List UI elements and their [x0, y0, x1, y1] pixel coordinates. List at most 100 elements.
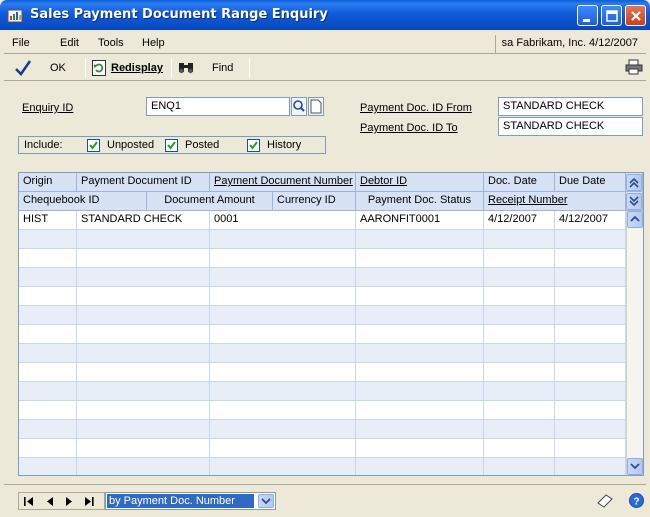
col-receipt-number-label: Receipt Number	[488, 194, 568, 206]
title-bar[interactable]: Sales Payment Document Range Enquiry	[0, 0, 650, 30]
doc-id-to-field[interactable]: STANDARD CHECK	[498, 117, 643, 136]
table-row[interactable]: HIST STANDARD CHECK 0001 AARONFIT0001 4/…	[19, 211, 626, 230]
table-row[interactable]	[19, 249, 626, 268]
expand-rows-button[interactable]	[626, 193, 642, 210]
menu-help[interactable]: Help	[142, 37, 165, 49]
table-cell	[356, 306, 484, 325]
table-row[interactable]	[19, 382, 626, 401]
lookup-icon[interactable]	[291, 97, 307, 119]
include-label: Include:	[24, 139, 63, 151]
table-cell	[484, 306, 555, 325]
table-cell	[77, 382, 210, 401]
col-doc-date[interactable]: Doc. Date	[484, 173, 555, 192]
table-cell	[555, 230, 626, 249]
table-cell	[555, 249, 626, 268]
table-row[interactable]	[19, 344, 626, 363]
col-currency-id[interactable]: Currency ID	[273, 192, 356, 211]
menu-edit[interactable]: Edit	[60, 37, 79, 49]
scroll-down-button[interactable]	[627, 458, 643, 475]
scroll-up-button[interactable]	[627, 211, 643, 228]
previous-record-icon[interactable]	[44, 496, 56, 507]
table-row[interactable]	[19, 458, 626, 475]
printer-icon[interactable]	[625, 59, 643, 78]
chevron-down-icon[interactable]	[258, 494, 274, 508]
toolbar-separator	[171, 58, 172, 78]
col-receipt-number[interactable]: Receipt Number	[484, 192, 626, 211]
table-cell	[555, 439, 626, 458]
unposted-checkbox[interactable]	[87, 139, 100, 152]
table-cell	[356, 287, 484, 306]
note-icon[interactable]	[596, 493, 614, 512]
table-row[interactable]	[19, 325, 626, 344]
table-cell	[356, 230, 484, 249]
table-cell	[19, 306, 77, 325]
table-cell	[210, 306, 356, 325]
table-cell	[555, 363, 626, 382]
col-document-amount[interactable]: Document Amount	[147, 192, 273, 211]
table-cell	[19, 230, 77, 249]
next-record-icon[interactable]	[63, 496, 75, 507]
table-cell	[356, 420, 484, 439]
history-checkbox[interactable]	[247, 139, 260, 152]
table-cell	[210, 363, 356, 382]
table-cell	[356, 363, 484, 382]
minimize-button[interactable]	[577, 5, 598, 26]
table-cell	[19, 382, 77, 401]
enquiry-id-field[interactable]: ENQ1	[146, 97, 290, 116]
collapse-rows-button[interactable]	[626, 174, 642, 191]
col-debtor-id[interactable]: Debtor ID	[356, 173, 484, 192]
redisplay-button[interactable]: Redisplay	[111, 62, 163, 74]
window-title: Sales Payment Document Range Enquiry	[30, 7, 328, 22]
last-record-icon[interactable]	[83, 496, 95, 507]
doc-id-from-field[interactable]: STANDARD CHECK	[498, 97, 643, 116]
maximize-button[interactable]	[601, 5, 622, 26]
table-cell	[484, 363, 555, 382]
table-cell	[484, 439, 555, 458]
table-row[interactable]	[19, 287, 626, 306]
table-cell	[484, 458, 555, 475]
table-cell	[356, 401, 484, 420]
find-button[interactable]: Find	[212, 62, 233, 74]
col-payment-doc-id[interactable]: Payment Document ID	[77, 173, 210, 192]
table-cell	[555, 268, 626, 287]
col-origin[interactable]: Origin	[19, 173, 77, 192]
table-row[interactable]	[19, 439, 626, 458]
table-cell	[19, 401, 77, 420]
binoculars-icon[interactable]	[178, 61, 194, 78]
col-payment-doc-status[interactable]: Payment Doc. Status	[356, 192, 484, 211]
redisplay-icon[interactable]	[92, 60, 106, 79]
help-icon[interactable]: ?	[629, 493, 644, 511]
cell-payment-doc-number: 0001	[210, 211, 356, 230]
col-payment-doc-number[interactable]: Payment Document Number	[210, 173, 356, 192]
col-due-date[interactable]: Due Date	[555, 173, 626, 192]
vertical-scrollbar[interactable]	[626, 211, 643, 475]
table-cell	[19, 344, 77, 363]
table-row[interactable]	[19, 363, 626, 382]
table-cell	[356, 439, 484, 458]
note-icon[interactable]	[308, 97, 324, 119]
table-cell	[484, 268, 555, 287]
table-cell	[555, 325, 626, 344]
ok-button[interactable]: OK	[50, 62, 66, 74]
sort-by-dropdown[interactable]: by Payment Doc. Number	[105, 492, 276, 510]
col-chequebook-id[interactable]: Chequebook ID	[19, 192, 147, 211]
table-row[interactable]	[19, 401, 626, 420]
record-navigator	[18, 492, 105, 510]
include-group: Include: Unposted Posted History	[18, 136, 326, 154]
close-button[interactable]	[625, 5, 646, 26]
posted-checkbox[interactable]	[165, 139, 178, 152]
table-cell	[555, 420, 626, 439]
table-row[interactable]	[19, 268, 626, 287]
table-row[interactable]	[19, 230, 626, 249]
table-row[interactable]	[19, 420, 626, 439]
table-cell	[210, 420, 356, 439]
table-cell	[77, 287, 210, 306]
table-cell	[77, 306, 210, 325]
first-record-icon[interactable]	[23, 496, 35, 507]
checkmark-icon[interactable]	[14, 59, 32, 80]
menu-file[interactable]: File	[12, 37, 30, 49]
table-row[interactable]	[19, 306, 626, 325]
menu-tools[interactable]: Tools	[98, 37, 124, 49]
table-cell	[555, 458, 626, 475]
table-cell	[356, 458, 484, 475]
